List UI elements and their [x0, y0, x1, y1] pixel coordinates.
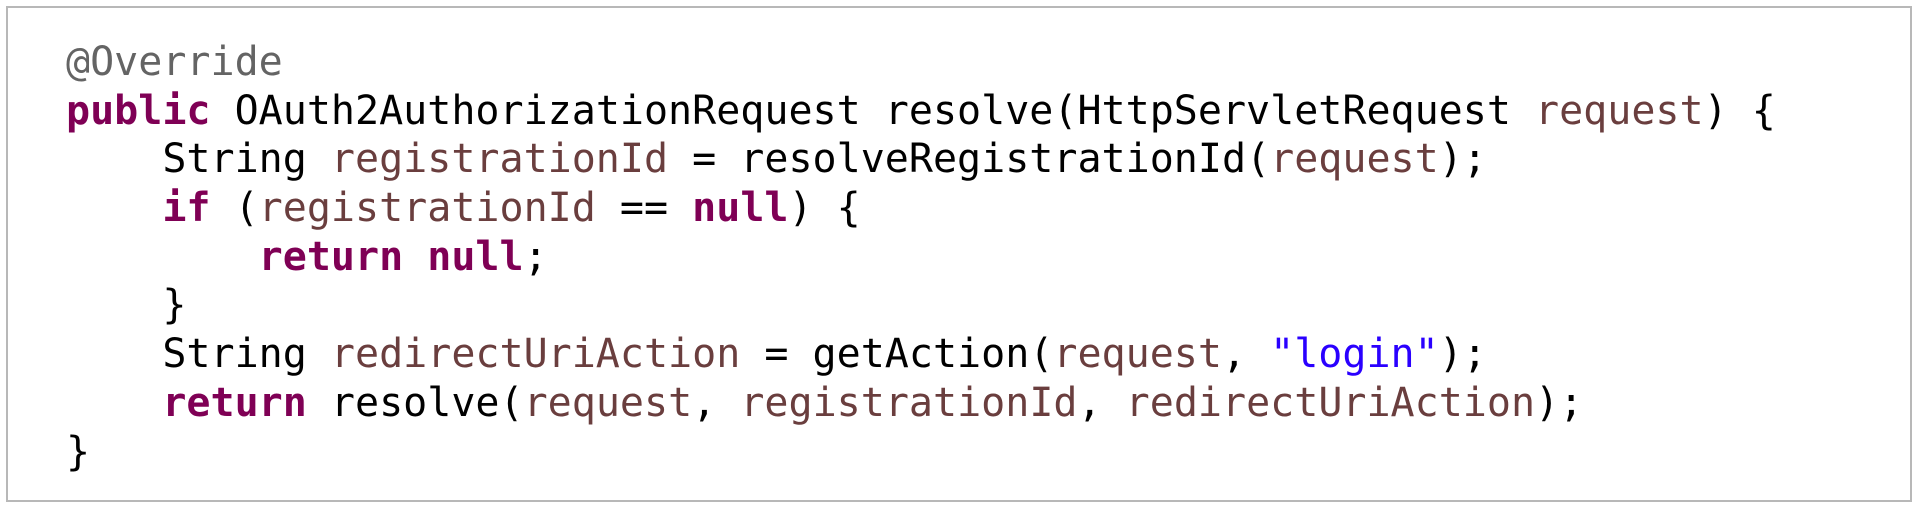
code-snippet-frame: @Override public OAuth2AuthorizationReque… — [6, 6, 1912, 502]
keyword-token: public — [66, 87, 211, 134]
keyword-token: null — [692, 185, 789, 232]
code-line: if (registrationId == null) { — [66, 184, 1776, 233]
code-block: @Override public OAuth2AuthorizationReque… — [66, 38, 1776, 476]
code-text-token: ); — [1438, 136, 1487, 183]
code-text-token: OAuth2AuthorizationRequest resolve(HttpS… — [210, 87, 1536, 134]
variable-token: request — [1535, 87, 1704, 134]
keyword-token: null — [427, 233, 524, 280]
keyword-token: return — [162, 379, 307, 426]
code-text-token: resolve( — [306, 379, 524, 426]
code-text-token: , — [692, 379, 741, 426]
code-text-token: ) { — [1703, 87, 1776, 134]
code-line: @Override — [66, 38, 1776, 87]
code-text-token: , — [1077, 379, 1126, 426]
variable-token: registrationId — [330, 136, 669, 183]
code-text-token: == — [595, 185, 693, 232]
code-text-token: , — [1221, 331, 1271, 378]
variable-token: request — [1053, 331, 1222, 378]
keyword-token: return — [258, 233, 404, 280]
variable-token: request — [1270, 136, 1439, 183]
variable-token: registrationId — [258, 185, 596, 232]
code-text-token: ( — [210, 185, 259, 232]
code-text-token: ); — [1438, 331, 1487, 378]
code-text-token: ) { — [788, 185, 861, 232]
code-text-token: ); — [1535, 379, 1584, 426]
code-text-token: String — [66, 136, 331, 183]
code-line: public OAuth2AuthorizationRequest resolv… — [66, 87, 1776, 136]
code-text-token: = getAction( — [740, 331, 1054, 378]
annotation-token: @Override — [66, 39, 283, 85]
code-line: } — [66, 281, 1776, 330]
code-line: String registrationId = resolveRegistrat… — [66, 135, 1776, 184]
code-text-token: } — [66, 428, 91, 475]
variable-token: redirectUriAction — [330, 331, 741, 378]
code-line: String redirectUriAction = getAction(req… — [66, 330, 1776, 379]
string-literal-token: "login" — [1270, 331, 1439, 378]
variable-token: registrationId — [740, 379, 1078, 426]
variable-token: request — [523, 379, 693, 426]
keyword-token: if — [162, 185, 211, 232]
code-text-token: ; — [523, 233, 548, 280]
code-text-token: String — [66, 331, 331, 378]
code-text-token: = resolveRegistrationId( — [668, 136, 1271, 183]
code-line: return null; — [66, 233, 1776, 282]
code-text-token: } — [66, 282, 187, 329]
code-line: return resolve(request, registrationId, … — [66, 379, 1776, 428]
variable-token: redirectUriAction — [1125, 379, 1536, 426]
code-line: } — [66, 428, 1776, 477]
